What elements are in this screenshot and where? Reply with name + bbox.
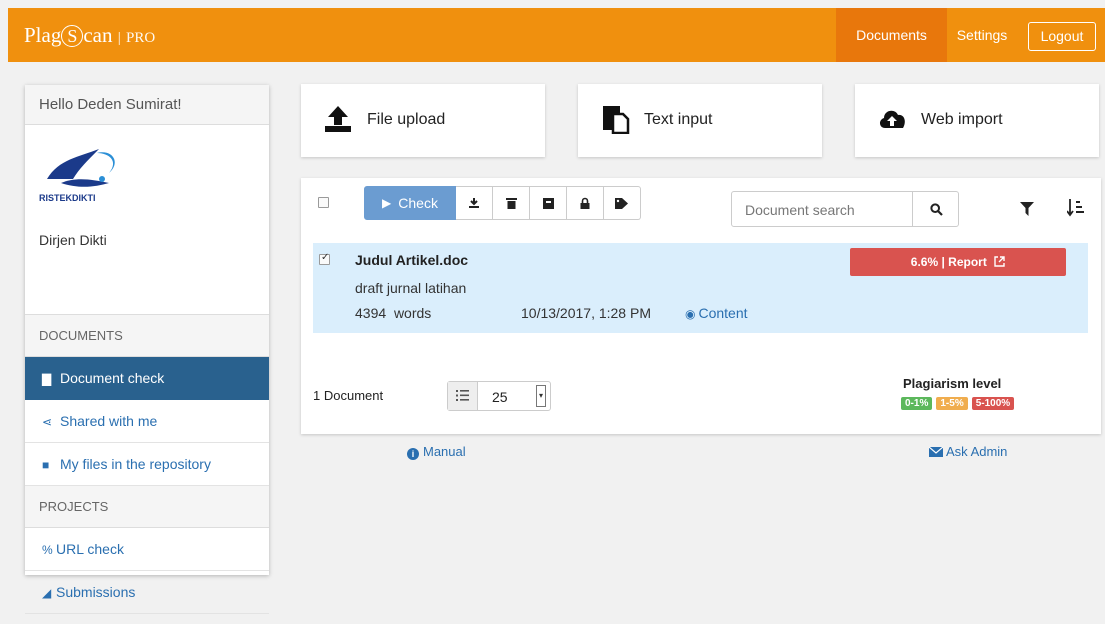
document-date: 10/13/2017, 1:28 PM [521, 305, 651, 321]
section-documents: DOCUMENTS [25, 315, 269, 357]
document-word-count: 4394 words [355, 305, 432, 321]
plagiarism-levels: 0-1% 1-5% 5-100% [901, 397, 1015, 410]
lock-button[interactable] [567, 186, 604, 220]
upload-icon [325, 106, 351, 132]
organization-logo: RISTEKDIKTI [39, 149, 115, 203]
level-badge-medium: 1-5% [936, 397, 968, 410]
profile-name: Dirjen Dikti [39, 232, 107, 248]
sort-icon[interactable] [1067, 199, 1084, 217]
level-badge-low: 0-1% [901, 397, 933, 410]
cloud-upload-icon [879, 110, 905, 128]
web-import-card[interactable]: Web import [855, 84, 1099, 157]
logo-circled-s: S [61, 25, 84, 47]
paste-icon [603, 106, 630, 134]
eye-icon: ◉ [685, 307, 696, 321]
document-description: draft jurnal latihan [355, 280, 467, 296]
download-button[interactable] [456, 186, 493, 220]
document-count: 1 Document [313, 388, 384, 403]
trash-icon [505, 198, 517, 209]
archive-button[interactable] [530, 186, 567, 220]
documents-panel: ▶Check Document search Judul Artikel.doc… [301, 178, 1101, 434]
nav-documents[interactable]: Documents [836, 8, 947, 62]
search-icon [930, 203, 943, 216]
logout-button[interactable]: Logout [1028, 22, 1096, 51]
filter-icon[interactable] [1020, 202, 1034, 216]
document-row[interactable]: Judul Artikel.doc draft jurnal latihan 4… [313, 243, 1088, 333]
download-icon [469, 198, 479, 208]
archive-icon [542, 197, 554, 209]
app-logo[interactable]: Plag Scan | PRO [24, 22, 155, 51]
document-title[interactable]: Judul Artikel.doc [355, 252, 468, 268]
paper-plane-icon: ◢ [42, 586, 52, 600]
sidebar-item-url-check[interactable]: % URL check [25, 528, 269, 571]
document-checkbox[interactable] [319, 252, 330, 265]
text-input-card[interactable]: Text input [578, 84, 822, 157]
archive-icon: ■ [42, 458, 50, 472]
document-search-input[interactable]: Document search [731, 191, 913, 227]
ask-admin-link[interactable]: Ask Admin [928, 444, 1007, 460]
nav-settings[interactable]: Settings [947, 8, 1017, 62]
chevron-down-icon[interactable]: ▾ [536, 385, 546, 407]
sidebar-item-my-files[interactable]: ■ My files in the repository [25, 443, 269, 486]
sidebar-item-submissions[interactable]: ◢ Submissions [25, 571, 269, 614]
lock-icon [580, 197, 590, 209]
level-badge-high: 5-100% [971, 397, 1015, 410]
select-all-checkbox[interactable] [318, 197, 329, 208]
file-upload-card[interactable]: File upload [301, 84, 545, 157]
sidebar: Hello Deden Sumirat! RISTEKDIKTI Dirjen … [25, 85, 269, 614]
manual-link[interactable]: i Manual [407, 444, 466, 460]
file-icon: ▇ [42, 372, 52, 386]
envelope-icon [928, 445, 944, 460]
share-icon: ⋖ [42, 415, 53, 429]
sidebar-item-document-check[interactable]: ▇ Document check [25, 357, 269, 400]
top-navbar: Plag Scan | PRO Documents Settings Logout [8, 8, 1105, 62]
delete-button[interactable] [493, 186, 530, 220]
plagiarism-level-title: Plagiarism level [903, 376, 1002, 391]
list-icon [448, 382, 478, 410]
link-icon: % [42, 543, 53, 557]
document-toolbar: ▶ Check [364, 186, 641, 220]
section-projects: PROJECTS [25, 486, 269, 528]
profile-card: RISTEKDIKTI Dirjen Dikti [25, 125, 269, 315]
per-page-select[interactable]: 25 ▾ [447, 381, 551, 411]
content-link[interactable]: ◉ Content [685, 305, 748, 321]
search-button[interactable] [912, 191, 959, 227]
svg-text:RISTEKDIKTI: RISTEKDIKTI [39, 193, 96, 203]
tag-button[interactable] [604, 186, 641, 220]
info-icon: i [407, 448, 419, 460]
report-button[interactable]: 6.6% | Report [850, 248, 1066, 276]
greeting: Hello Deden Sumirat! [25, 85, 269, 125]
sidebar-item-shared-with-me[interactable]: ⋖ Shared with me [25, 400, 269, 443]
tags-icon [615, 197, 628, 209]
check-button[interactable]: ▶ Check [364, 186, 456, 220]
play-icon: ▶ [382, 196, 392, 210]
external-link-icon [994, 256, 1005, 267]
